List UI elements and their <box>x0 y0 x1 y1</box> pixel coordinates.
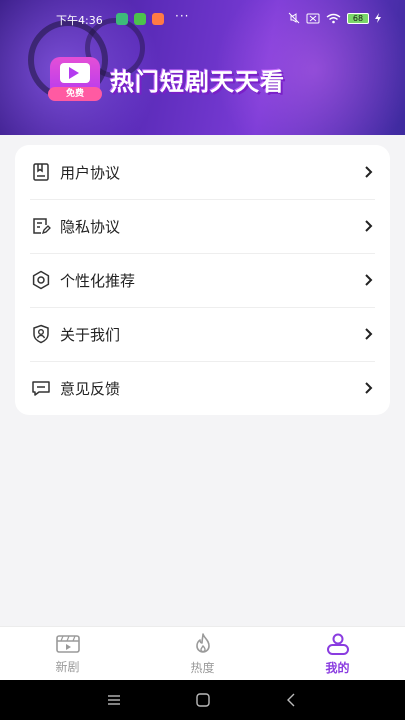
menu-item-feedback[interactable]: 意见反馈 <box>30 361 375 415</box>
no-sim-icon <box>306 13 320 23</box>
menu-item-about-us[interactable]: 关于我们 <box>30 307 375 361</box>
logo-tag: 免费 <box>48 87 102 101</box>
book-icon <box>30 161 52 183</box>
charging-icon <box>375 13 381 23</box>
notification-app-icon <box>134 13 146 25</box>
play-icon <box>69 67 79 79</box>
status-time: 下午4:36 <box>56 14 103 27</box>
menu-item-label: 个性化推荐 <box>60 271 136 290</box>
menu-item-label: 关于我们 <box>60 325 121 344</box>
bottom-tab-bar: 新剧 热度 我的 <box>0 626 405 680</box>
profile-icon <box>326 633 349 655</box>
chevron-right-icon <box>365 382 373 394</box>
wifi-icon <box>326 13 341 23</box>
tab-popularity[interactable]: 热度 <box>135 627 270 681</box>
app-logo: 免费 <box>48 57 102 101</box>
banner-title: 热门短剧天天看 <box>110 68 285 96</box>
home-icon[interactable] <box>195 692 211 708</box>
mute-icon <box>288 12 300 24</box>
chevron-right-icon <box>365 328 373 340</box>
menu-item-user-agreement[interactable]: 用户协议 <box>30 145 375 199</box>
battery-icon: 68 <box>347 12 369 24</box>
user-shield-icon <box>30 323 52 345</box>
menu-item-privacy-agreement[interactable]: 隐私协议 <box>30 199 375 253</box>
menu-icon[interactable] <box>106 692 122 708</box>
tab-label: 新剧 <box>55 660 80 674</box>
tab-label: 我的 <box>325 661 350 675</box>
film-icon <box>55 635 80 653</box>
menu-item-label: 用户协议 <box>60 163 121 182</box>
settings-menu-card: 用户协议 隐私协议 个性化推荐 关于我们 意见反馈 <box>15 145 390 415</box>
message-icon <box>30 377 52 399</box>
gear-icon <box>30 269 52 291</box>
status-bar: 下午4:36 ··· 68 <box>0 0 405 36</box>
tab-label: 热度 <box>190 661 215 675</box>
notification-app-icon <box>116 13 128 25</box>
tab-new-dramas[interactable]: 新剧 <box>0 627 135 681</box>
document-edit-icon <box>30 215 52 237</box>
chevron-right-icon <box>365 274 373 286</box>
system-navigation-bar <box>0 680 405 720</box>
menu-item-label: 意见反馈 <box>60 379 121 398</box>
flame-icon <box>195 633 210 653</box>
notification-app-icon <box>152 13 164 25</box>
tab-mine[interactable]: 我的 <box>270 627 405 681</box>
menu-item-personalized-recommendation[interactable]: 个性化推荐 <box>30 253 375 307</box>
chevron-right-icon <box>365 220 373 232</box>
header-banner: 下午4:36 ··· 68 免费 热门短剧天天看 <box>0 0 405 135</box>
more-notifications-icon: ··· <box>175 9 190 23</box>
chevron-right-icon <box>365 166 373 178</box>
back-icon[interactable] <box>284 692 300 708</box>
menu-item-label: 隐私协议 <box>60 217 121 236</box>
